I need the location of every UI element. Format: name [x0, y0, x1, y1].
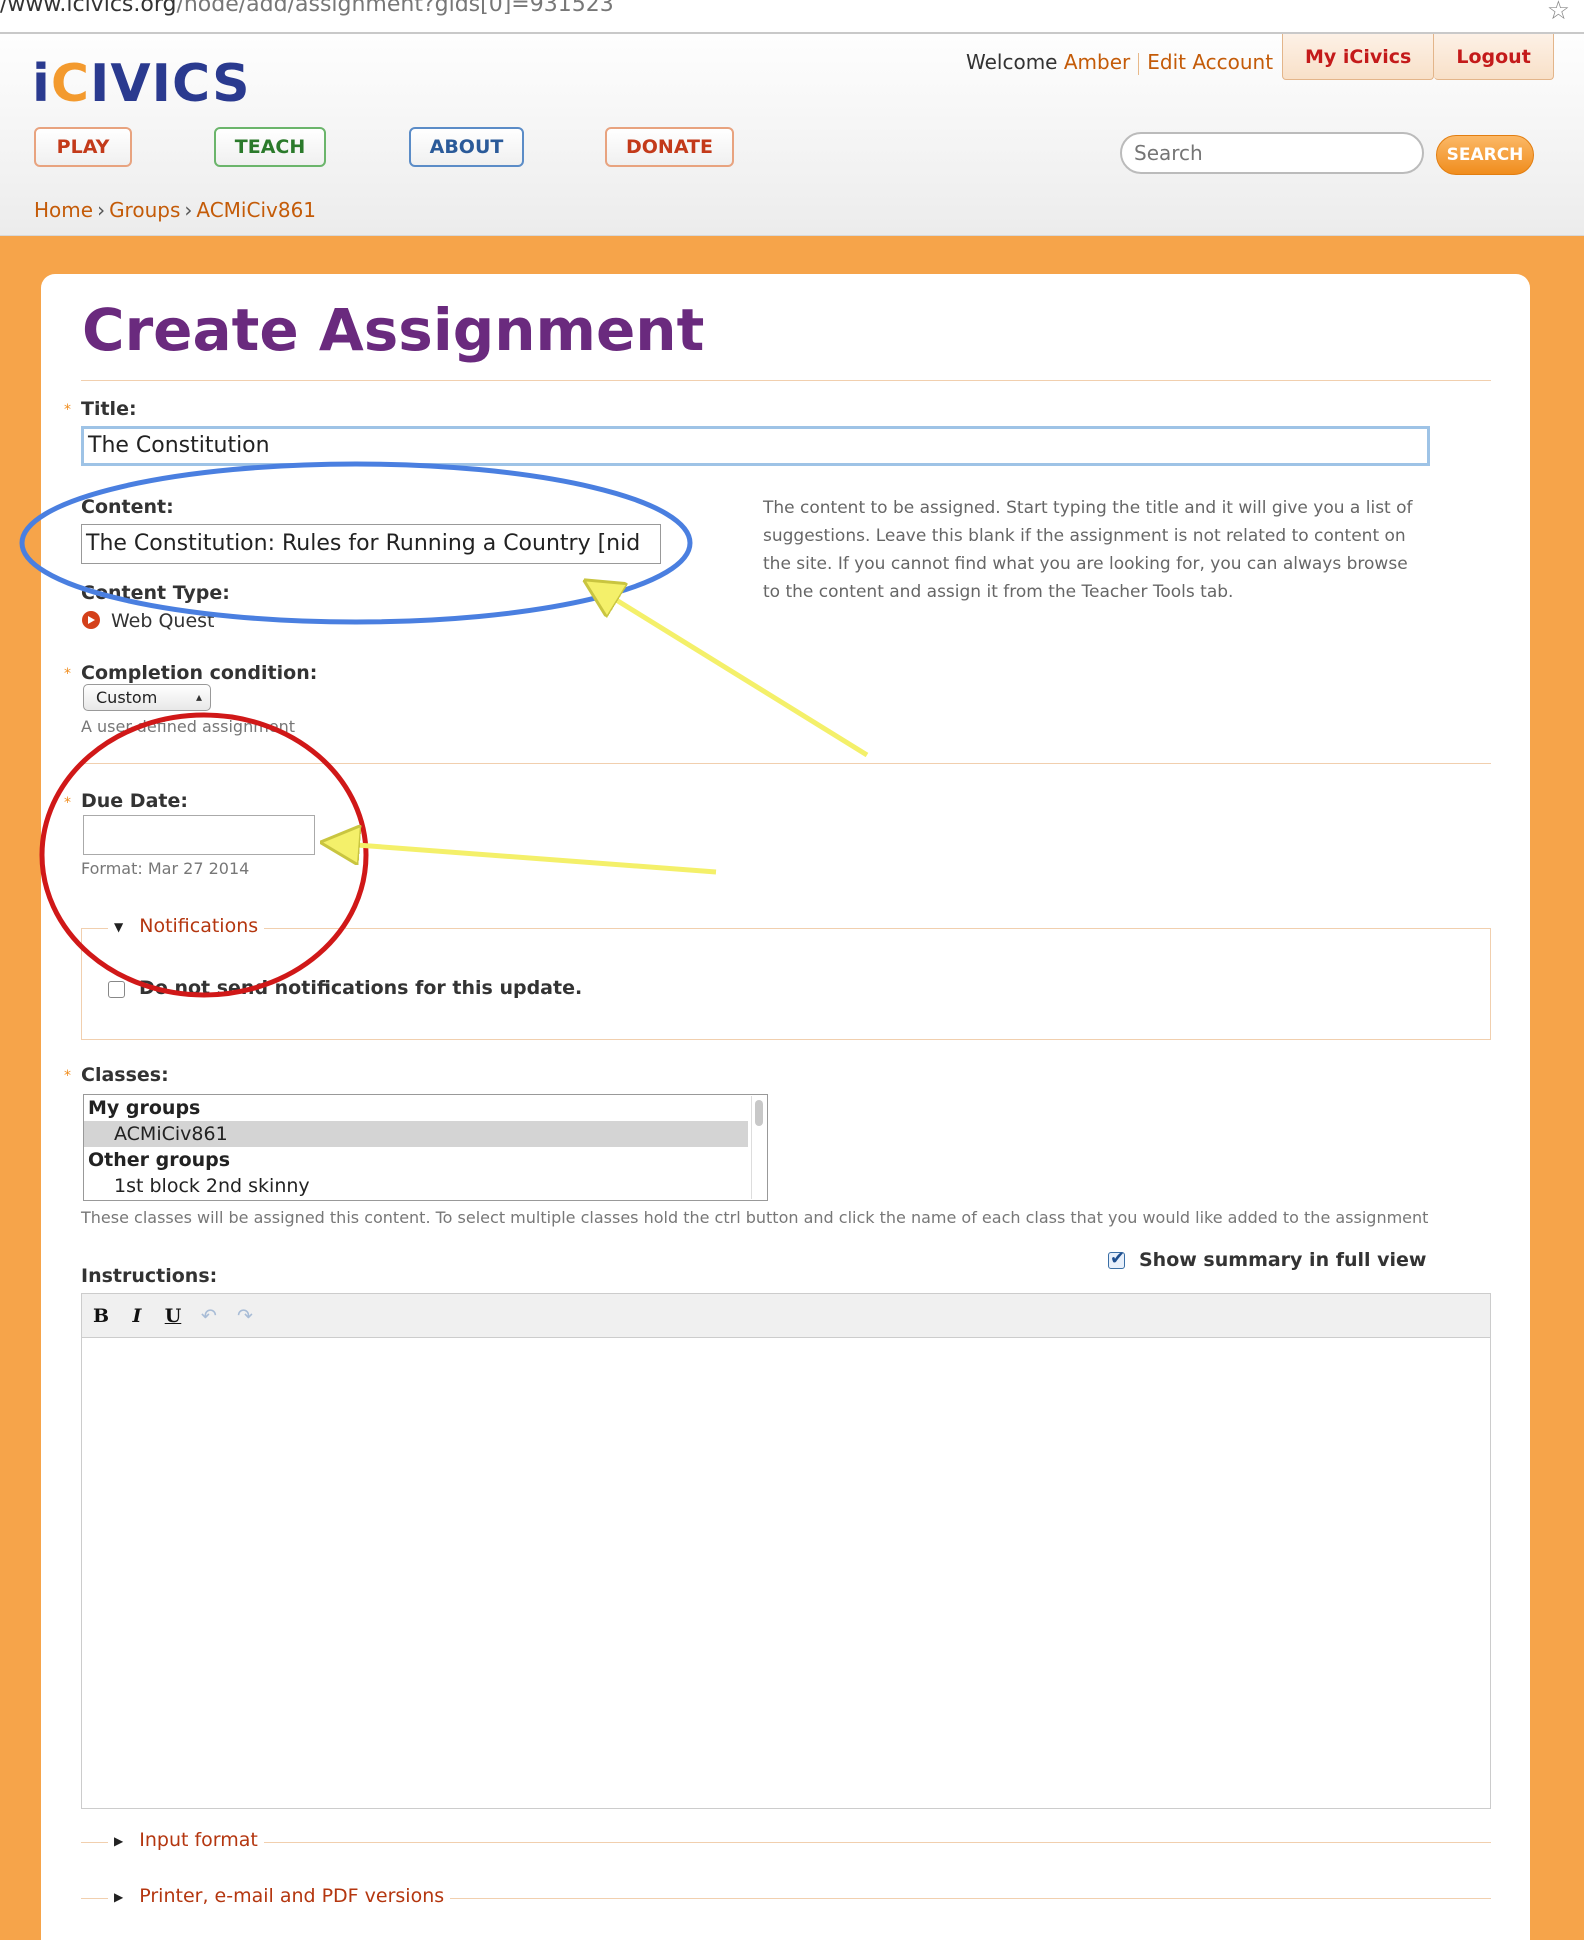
- edit-account-link[interactable]: Edit Account: [1147, 50, 1273, 74]
- classes-option[interactable]: 1st block 2nd skinny: [84, 1173, 767, 1199]
- input-format-divider: [81, 1842, 1491, 1843]
- classes-label: Classes:: [81, 1064, 169, 1086]
- nav-donate-button[interactable]: DONATE: [605, 127, 734, 167]
- no-notifications-checkbox[interactable]: [108, 981, 125, 998]
- content-type-value: Web Quest: [111, 610, 215, 632]
- required-marker: *: [64, 402, 71, 418]
- due-date-format: Format: Mar 27 2014: [81, 859, 250, 878]
- search-input[interactable]: [1120, 132, 1424, 174]
- account-tabs: My iCivics Logout: [1282, 34, 1554, 80]
- italic-button[interactable]: I: [126, 1305, 148, 1327]
- show-summary-checkbox[interactable]: [1108, 1248, 1125, 1269]
- user-name: Amber: [1063, 50, 1131, 74]
- welcome-message: Welcome Amber Edit Account: [966, 50, 1274, 75]
- show-summary-label: Show summary in full view: [1139, 1249, 1427, 1271]
- section-divider: [81, 763, 1491, 764]
- notifications-toggle[interactable]: ▼ Notifications: [108, 915, 265, 937]
- required-marker: *: [64, 666, 71, 682]
- title-label: Title:: [81, 398, 137, 420]
- bold-button[interactable]: B: [90, 1305, 112, 1327]
- underline-button[interactable]: U: [162, 1305, 184, 1327]
- select-arrows-icon: ▴: [195, 690, 202, 704]
- url-text: /www.icivics.org/node/add/assignment?gid…: [0, 0, 614, 17]
- due-date-input[interactable]: [83, 815, 315, 855]
- web-quest-icon: [82, 611, 100, 629]
- icivics-logo[interactable]: iCIVICS: [32, 54, 251, 114]
- nav-about-button[interactable]: ABOUT: [409, 127, 524, 167]
- expand-triangle-icon: ▼: [114, 919, 124, 934]
- instructions-label: Instructions:: [81, 1265, 218, 1287]
- my-icivics-tab[interactable]: My iCivics: [1282, 34, 1435, 80]
- editor-toolbar: B I U ↶ ↷: [82, 1294, 1490, 1338]
- content-type-label: Content Type:: [81, 582, 230, 604]
- page-title: Create Assignment: [82, 296, 705, 364]
- collapsed-triangle-icon: ▶: [114, 1889, 124, 1904]
- title-input[interactable]: The Constitution: [81, 426, 1430, 466]
- undo-icon[interactable]: ↶: [198, 1305, 220, 1327]
- search-button[interactable]: SEARCH: [1436, 135, 1534, 175]
- collapsed-triangle-icon: ▶: [114, 1833, 124, 1848]
- redo-icon[interactable]: ↷: [234, 1305, 256, 1327]
- logout-tab[interactable]: Logout: [1434, 34, 1554, 80]
- required-marker: *: [64, 1068, 71, 1084]
- nav-teach-button[interactable]: TEACH: [214, 127, 326, 167]
- completion-condition-label: Completion condition:: [81, 662, 318, 684]
- bookmark-star-icon[interactable]: ☆: [1547, 0, 1570, 26]
- printer-versions-toggle[interactable]: ▶ Printer, e-mail and PDF versions: [108, 1885, 451, 1907]
- content-help-text: The content to be assigned. Start typing…: [763, 498, 1413, 602]
- content-input[interactable]: The Constitution: Rules for Running a Co…: [81, 524, 661, 564]
- breadcrumb-home[interactable]: Home: [34, 198, 93, 222]
- due-date-label: Due Date:: [81, 790, 188, 812]
- classes-group-heading: My groups: [88, 1097, 201, 1119]
- scrollbar-thumb[interactable]: [755, 1100, 763, 1126]
- breadcrumb-groups[interactable]: Groups: [109, 198, 180, 222]
- site-header: iCIVICS Welcome Amber Edit Account My iCi…: [0, 34, 1584, 236]
- required-marker: *: [64, 795, 71, 811]
- instructions-editor: B I U ↶ ↷: [81, 1293, 1491, 1809]
- classes-listbox[interactable]: My groups ACMiCiv861 Other groups 1st bl…: [83, 1094, 768, 1201]
- content-label: Content:: [81, 496, 174, 518]
- no-notifications-label: Do not send notifications for this updat…: [139, 977, 583, 999]
- classes-group-heading: Other groups: [88, 1149, 231, 1171]
- classes-option[interactable]: ACMiCiv861: [84, 1121, 748, 1147]
- completion-condition-select[interactable]: Custom ▴: [83, 684, 211, 711]
- nav-play-button[interactable]: PLAY: [34, 127, 132, 167]
- breadcrumb-current[interactable]: ACMiCiv861: [196, 198, 316, 222]
- browser-url-bar[interactable]: /www.icivics.org/node/add/assignment?gid…: [0, 0, 1584, 34]
- input-format-toggle[interactable]: ▶ Input format: [108, 1829, 264, 1851]
- classes-scrollbar[interactable]: [751, 1096, 765, 1199]
- title-divider: [81, 380, 1491, 381]
- classes-description: These classes will be assigned this cont…: [81, 1208, 1429, 1227]
- completion-description: A user-defined assignment: [81, 717, 296, 736]
- editor-text-area[interactable]: [82, 1338, 1490, 1808]
- breadcrumb: Home › Groups › ACMiCiv861: [34, 198, 317, 222]
